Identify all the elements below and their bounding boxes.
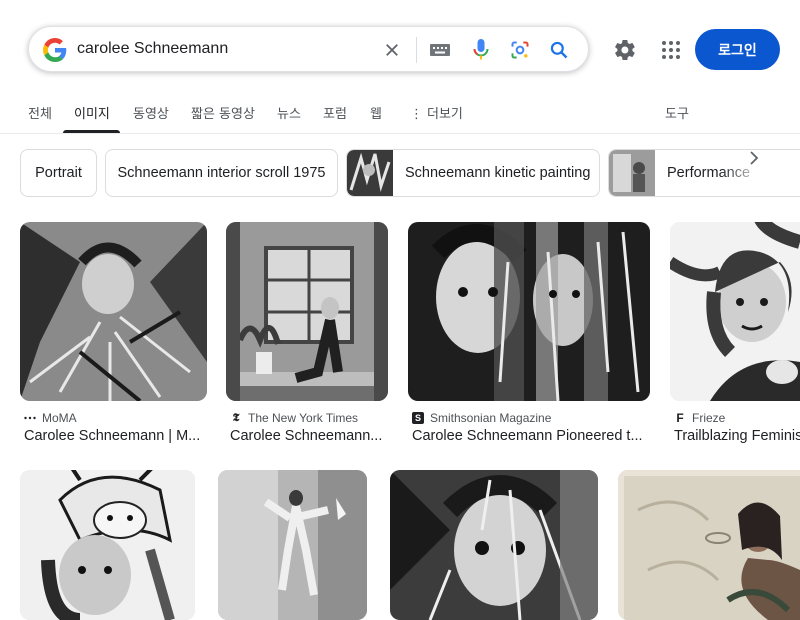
tab-more-label: 더보기 (427, 107, 463, 122)
microphone-icon (473, 39, 489, 60)
chip-label: Schneemann kinetic painting (405, 165, 591, 181)
result-title[interactable]: Carolee Schneemann Pioneered t... (412, 428, 650, 444)
google-lens-icon (511, 41, 529, 59)
tab-all[interactable]: 전체 (28, 103, 52, 122)
apps-grid-icon (662, 41, 680, 59)
tools-button[interactable]: 도구 (665, 103, 689, 122)
image-result[interactable] (390, 470, 598, 620)
result-source: 𝕿 The New York Times (230, 411, 358, 425)
result-image[interactable] (20, 470, 195, 620)
result-image[interactable] (20, 222, 207, 401)
image-result[interactable]: 𝕿 The New York Times Carolee Schneemann.… (226, 222, 388, 452)
chip-thumbnail (347, 150, 393, 196)
divider (416, 37, 417, 63)
image-result[interactable]: MoMA Carolee Schneemann | M... (20, 222, 207, 452)
image-result[interactable] (618, 470, 800, 620)
image-result[interactable]: F Frieze Trailblazing Feminis (670, 222, 800, 452)
image-result[interactable]: S Smithsonian Magazine Carolee Schneeman… (408, 222, 650, 452)
keyboard-icon (430, 44, 450, 56)
search-button[interactable] (547, 38, 571, 62)
result-source: S Smithsonian Magazine (412, 411, 551, 425)
active-tab-indicator (63, 130, 120, 133)
google-logo-icon (43, 38, 67, 62)
gear-icon (615, 39, 635, 61)
result-image[interactable] (218, 470, 367, 620)
tab-videos[interactable]: 동영상 (133, 103, 169, 122)
search-box[interactable]: carolee Schneemann (28, 26, 589, 72)
result-image[interactable] (670, 222, 800, 401)
tab-forums[interactable]: 포럼 (323, 103, 347, 122)
result-source-name: MoMA (42, 411, 77, 425)
image-result[interactable] (218, 470, 367, 620)
more-vert-icon: ⋮ (410, 107, 423, 122)
keyboard-button[interactable] (428, 38, 452, 62)
tab-short-videos[interactable]: 짧은 동영상 (191, 103, 255, 122)
voice-search-button[interactable] (469, 38, 493, 62)
result-title[interactable]: Carolee Schneemann... (230, 428, 388, 444)
search-input[interactable]: carolee Schneemann (77, 40, 228, 58)
smithsonian-favicon-icon: S (412, 412, 424, 424)
search-icon (550, 41, 568, 59)
chip-portrait[interactable]: Portrait (20, 149, 97, 197)
result-image[interactable] (618, 470, 800, 620)
moma-favicon-icon (24, 412, 36, 424)
clear-search-button[interactable] (379, 37, 405, 63)
result-title[interactable]: Trailblazing Feminis (674, 428, 800, 444)
settings-button[interactable] (611, 36, 639, 64)
frieze-favicon-icon: F (676, 411, 684, 425)
header: carolee Schneemann 로그인 (0, 0, 800, 92)
result-image[interactable] (408, 222, 650, 401)
result-source-name: Smithsonian Magazine (430, 411, 552, 425)
chip-kinetic-painting[interactable]: Schneemann kinetic painting (346, 149, 600, 197)
chip-label: Schneemann interior scroll 1975 (117, 165, 326, 181)
image-result[interactable] (20, 470, 195, 620)
nyt-favicon-icon: 𝕿 (232, 411, 240, 424)
image-search-button[interactable] (508, 38, 532, 62)
result-image[interactable] (226, 222, 388, 401)
refinement-chips: Portrait Schneemann interior scroll 1975… (0, 149, 800, 197)
google-apps-button[interactable] (657, 36, 685, 64)
close-icon (386, 44, 398, 56)
result-source-name: Frieze (692, 411, 726, 425)
result-source: F Frieze (674, 411, 725, 425)
chips-next-button[interactable] (742, 146, 766, 170)
result-source: MoMA (24, 411, 77, 425)
login-button[interactable]: 로그인 (695, 29, 780, 70)
result-source-name: The New York Times (248, 411, 359, 425)
search-tabs: 전체 이미지 동영상 짧은 동영상 뉴스 포럼 웹 ⋮ 더보기 도구 (0, 92, 800, 134)
chip-thumbnail (609, 150, 655, 196)
chip-label: Portrait (35, 165, 82, 181)
chip-performance[interactable]: Performance (608, 149, 800, 197)
tab-web[interactable]: 웹 (370, 103, 382, 122)
chip-interior-scroll[interactable]: Schneemann interior scroll 1975 (105, 149, 338, 197)
tab-more[interactable]: ⋮ 더보기 (410, 103, 463, 122)
tab-images[interactable]: 이미지 (74, 103, 110, 122)
result-image[interactable] (390, 470, 598, 620)
tab-news[interactable]: 뉴스 (277, 103, 301, 122)
chevron-right-icon (750, 151, 759, 165)
result-title[interactable]: Carolee Schneemann | M... (24, 428, 207, 444)
